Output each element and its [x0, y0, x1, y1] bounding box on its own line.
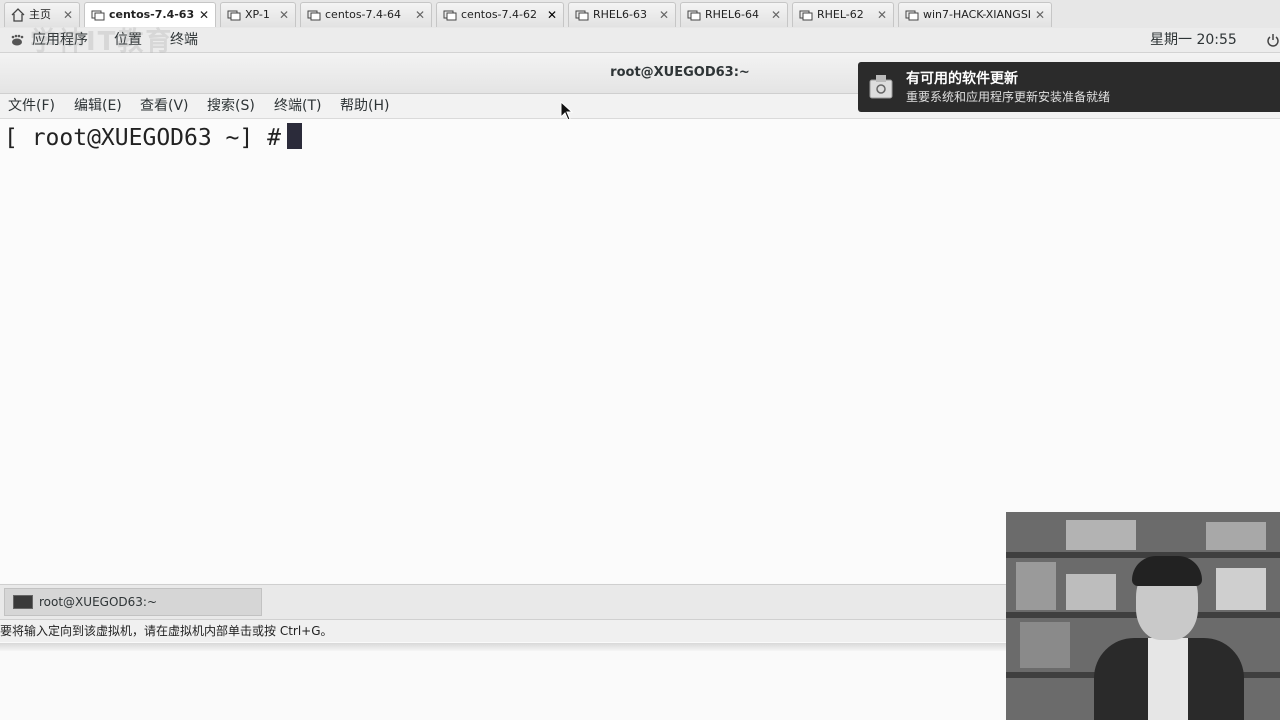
tab-label: XP-1 [245, 8, 270, 21]
vm-icon [307, 10, 321, 21]
tab-centos-7-4-62[interactable]: centos-7.4-62 ✕ [436, 2, 564, 27]
presenter-shirt [1148, 638, 1188, 720]
tab-rhel6-63[interactable]: RHEL6-63 ✕ [568, 2, 676, 27]
tab-label: RHEL6-63 [593, 8, 647, 21]
status-hint: 要将输入定向到该虚拟机，请在虚拟机内部单击或按 Ctrl+G。 [0, 624, 333, 638]
close-icon[interactable]: ✕ [279, 3, 289, 27]
vm-icon [575, 10, 589, 21]
taskbar-window-terminal[interactable]: root@XUEGOD63:~ [4, 588, 262, 616]
books [1066, 520, 1136, 550]
close-icon[interactable]: ✕ [877, 3, 887, 27]
notification-body: 重要系统和应用程序更新安装准备就绪 [906, 90, 1111, 104]
tab-label: centos-7.4-64 [325, 8, 401, 21]
places-menu[interactable]: 位置 [114, 28, 142, 52]
tab-label: centos-7.4-63 [109, 8, 195, 21]
vm-tab-bar: 主页 ✕ centos-7.4-63 ✕ XP-1 ✕ centos-7.4-6… [0, 0, 1280, 29]
books [1066, 574, 1116, 610]
vm-icon [443, 10, 457, 21]
tab-rhel-62[interactable]: RHEL-62 ✕ [792, 2, 894, 27]
tab-xp-1[interactable]: XP-1 ✕ [220, 2, 296, 27]
presenter-hair [1132, 556, 1202, 586]
gnome-top-panel: 应用程序 位置 终端 学神IT教育 星期一 20:55 [0, 28, 1280, 56]
gnome-foot-icon [11, 34, 24, 46]
close-icon[interactable]: ✕ [415, 3, 425, 27]
tab-label: centos-7.4-62 [461, 8, 537, 21]
terminal-icon [13, 595, 33, 609]
close-icon[interactable]: ✕ [199, 3, 209, 27]
menu-edit[interactable]: 编辑(E) [74, 94, 122, 118]
package-update-icon [869, 75, 893, 99]
vm-icon [91, 10, 105, 21]
window-title: root@XUEGOD63:~ [610, 65, 750, 80]
books [1206, 522, 1266, 550]
menu-search[interactable]: 搜索(S) [207, 94, 255, 118]
tab-label: 主页 [29, 8, 51, 21]
tab-win7-hack-xiangsi[interactable]: win7-HACK-XIANGSI ✕ [898, 2, 1052, 27]
shell-prompt: [ root@XUEGOD63 ~] # [4, 125, 295, 151]
tab-label: win7-HACK-XIANGSI [923, 8, 1032, 21]
clock[interactable]: 星期一 20:55 [1150, 28, 1237, 52]
vm-icon [905, 10, 919, 21]
close-icon[interactable]: ✕ [1035, 3, 1045, 27]
taskbar-window-label: root@XUEGOD63:~ [39, 595, 157, 609]
vm-icon [799, 10, 813, 21]
close-icon[interactable]: ✕ [63, 3, 73, 27]
tab-label: RHEL-62 [817, 8, 864, 21]
close-icon[interactable]: ✕ [659, 3, 669, 27]
books [1016, 562, 1056, 610]
power-icon[interactable] [1266, 33, 1280, 47]
webcam-overlay [1006, 512, 1280, 720]
bookshelf-plank [1006, 552, 1280, 558]
applications-menu[interactable]: 应用程序 [32, 28, 88, 52]
tab-centos-7-4-64[interactable]: centos-7.4-64 ✕ [300, 2, 432, 27]
menu-view[interactable]: 查看(V) [140, 94, 189, 118]
mouse-pointer-icon [560, 101, 574, 121]
close-icon[interactable]: ✕ [771, 3, 781, 27]
tab-centos-7-4-63[interactable]: centos-7.4-63 ✕ [84, 2, 216, 27]
menu-file[interactable]: 文件(F) [8, 94, 55, 118]
menu-terminal[interactable]: 终端(T) [274, 94, 321, 118]
tab-rhel6-64[interactable]: RHEL6-64 ✕ [680, 2, 788, 27]
books [1216, 568, 1266, 610]
tab-label: RHEL6-64 [705, 8, 759, 21]
notification-title: 有可用的软件更新 [906, 71, 1018, 87]
text-cursor [287, 123, 302, 149]
home-icon [11, 8, 25, 22]
tab-home[interactable]: 主页 ✕ [4, 2, 80, 27]
vm-icon [687, 10, 701, 21]
menu-help[interactable]: 帮助(H) [340, 94, 389, 118]
books [1020, 622, 1070, 668]
terminal-menu[interactable]: 终端 [170, 28, 198, 52]
close-icon[interactable]: ✕ [547, 3, 557, 27]
vm-icon [227, 10, 241, 21]
update-notification[interactable]: 有可用的软件更新 重要系统和应用程序更新安装准备就绪 [858, 62, 1280, 112]
